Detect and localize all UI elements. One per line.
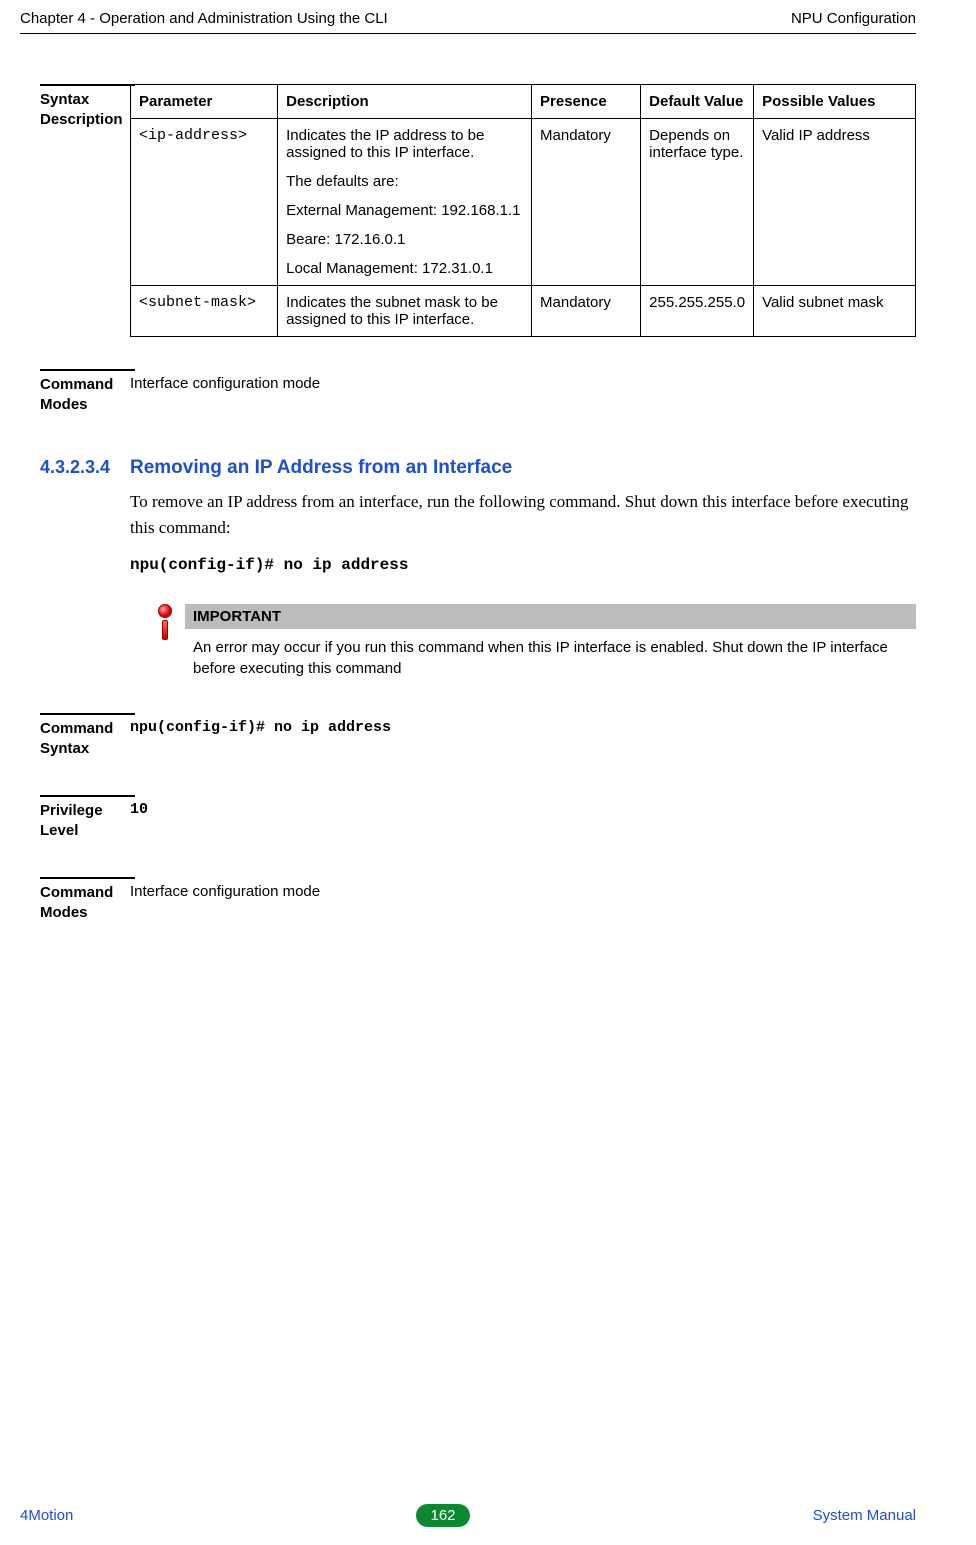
cell-possible: Valid IP address	[754, 119, 916, 286]
command-modes-value: Interface configuration mode	[130, 375, 916, 392]
command-syntax-label: Command Syntax	[40, 719, 135, 760]
important-heading: IMPORTANT	[185, 604, 916, 629]
desc-paragraph: Indicates the IP address to be assigned …	[286, 127, 523, 161]
page-number-pill: 162	[416, 1504, 469, 1527]
header-chapter: Chapter 4 - Operation and Administration…	[20, 10, 388, 27]
cell-default: 255.255.255.0	[641, 286, 754, 337]
important-box: IMPORTANT An error may occur if you run …	[185, 604, 916, 679]
privilege-level-label: Privilege Level	[40, 801, 135, 842]
desc-paragraph: The defaults are:	[286, 173, 523, 190]
important-body: An error may occur if you run this comma…	[185, 629, 916, 679]
page-header: Chapter 4 - Operation and Administration…	[20, 10, 916, 33]
cell-description: Indicates the IP address to be assigned …	[278, 119, 532, 286]
privilege-level-value: 10	[130, 801, 916, 818]
th-description: Description	[278, 85, 532, 119]
section-command: npu(config-if)# no ip address	[130, 556, 916, 574]
syntax-description-label: Syntax Description	[40, 90, 135, 131]
parameter-table: Parameter Description Presence Default V…	[130, 84, 916, 337]
footer-right: System Manual	[813, 1507, 916, 1524]
th-parameter: Parameter	[131, 85, 278, 119]
footer-left: 4Motion	[20, 1507, 73, 1524]
side-rule	[40, 877, 135, 879]
th-possible-values: Possible Values	[754, 85, 916, 119]
side-rule	[40, 795, 135, 797]
side-rule	[40, 84, 135, 86]
desc-paragraph: Local Management: 172.31.0.1	[286, 260, 523, 277]
table-row: <subnet-mask> Indicates the subnet mask …	[131, 286, 916, 337]
cell-possible: Valid subnet mask	[754, 286, 916, 337]
command-modes-value: Interface configuration mode	[130, 883, 916, 900]
desc-paragraph: Beare: 172.16.0.1	[286, 231, 523, 248]
command-syntax-value: npu(config-if)# no ip address	[130, 719, 916, 736]
important-icon	[155, 604, 175, 644]
header-topic: NPU Configuration	[791, 10, 916, 27]
side-rule	[40, 713, 135, 715]
cell-parameter: <subnet-mask>	[131, 286, 278, 337]
section-body: To remove an IP address from an interfac…	[130, 489, 916, 542]
section-title: Removing an IP Address from an Interface	[130, 457, 916, 479]
command-modes-label: Command Modes	[40, 375, 135, 416]
cell-description: Indicates the subnet mask to be assigned…	[278, 286, 532, 337]
desc-paragraph: External Management: 192.168.1.1	[286, 202, 523, 219]
cell-default: Depends on interface type.	[641, 119, 754, 286]
table-row: <ip-address> Indicates the IP address to…	[131, 119, 916, 286]
table-header-row: Parameter Description Presence Default V…	[131, 85, 916, 119]
th-default-value: Default Value	[641, 85, 754, 119]
th-presence: Presence	[532, 85, 641, 119]
section-number: 4.3.2.3.4	[40, 457, 110, 478]
page-footer: 4Motion 162 System Manual	[20, 1504, 916, 1527]
side-rule	[40, 369, 135, 371]
header-rule	[20, 33, 916, 34]
cell-parameter: <ip-address>	[131, 119, 278, 286]
cell-presence: Mandatory	[532, 286, 641, 337]
cell-presence: Mandatory	[532, 119, 641, 286]
command-modes-label: Command Modes	[40, 883, 135, 924]
